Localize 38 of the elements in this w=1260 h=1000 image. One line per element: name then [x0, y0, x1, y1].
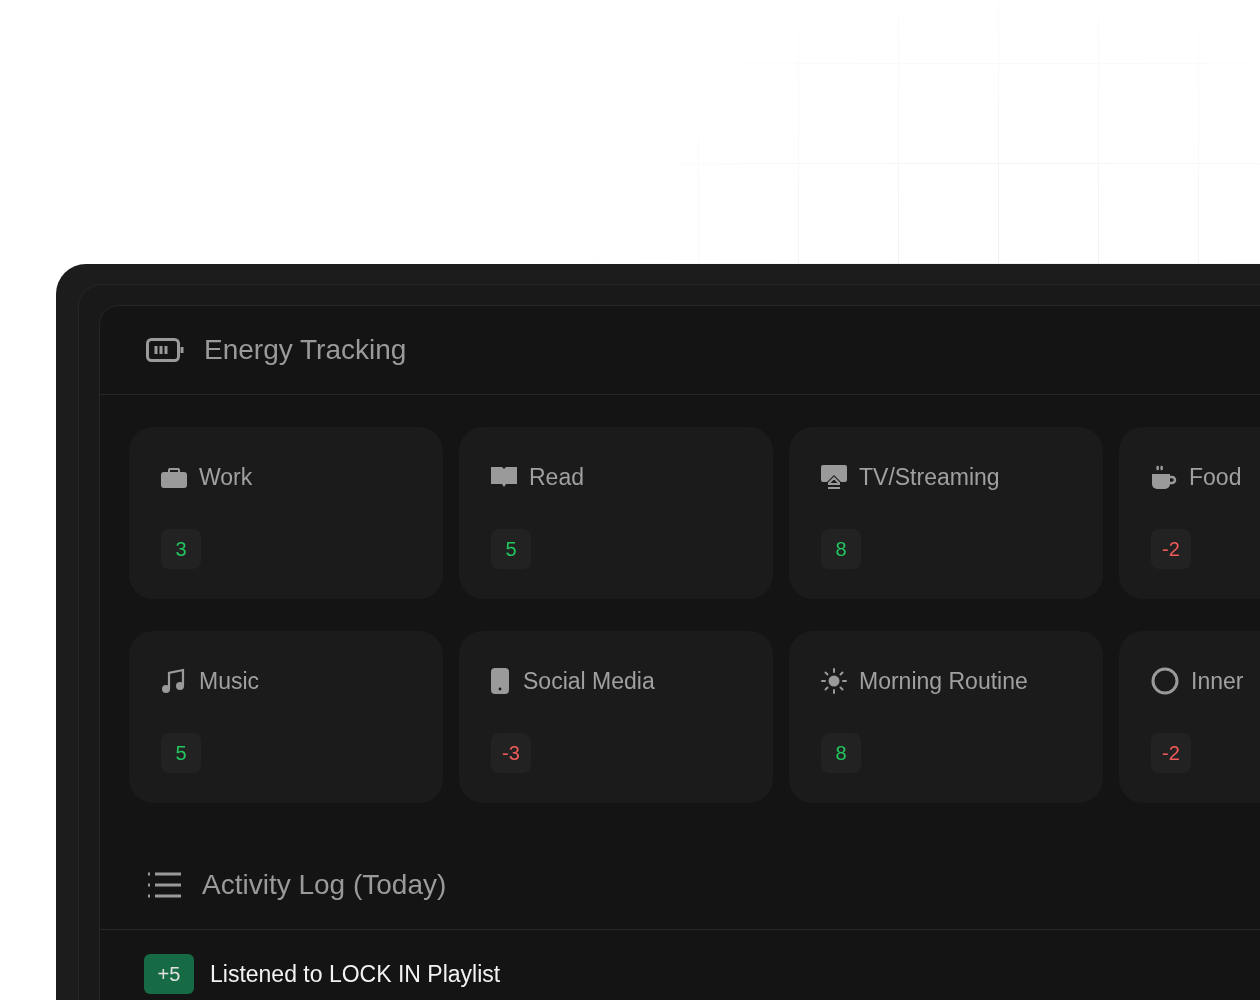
card-label: Food	[1189, 463, 1242, 491]
log-entry-text: Listened to LOCK IN Playlist	[210, 960, 501, 988]
book-icon	[491, 466, 517, 488]
card-label: Inner	[1191, 667, 1244, 695]
section-title: Activity Log (Today)	[202, 869, 447, 901]
card-label: Morning Routine	[859, 667, 1028, 695]
score-badge: -3	[491, 733, 531, 773]
card-label: Work	[199, 463, 253, 491]
card-label: Music	[199, 667, 260, 695]
activity-card[interactable]: Morning Routine 8	[789, 631, 1103, 803]
score-badge: +5	[144, 954, 194, 994]
cup-icon	[1151, 464, 1177, 490]
score-badge: -2	[1151, 529, 1191, 569]
activity-card[interactable]: Inner -2	[1119, 631, 1260, 803]
activity-card[interactable]: Read 5	[459, 427, 773, 599]
score-badge: 8	[821, 733, 861, 773]
sun-icon	[821, 668, 847, 694]
score-badge: 5	[161, 733, 201, 773]
activity-card[interactable]: Social Media -3	[459, 631, 773, 803]
card-label: Social Media	[523, 667, 655, 695]
section-title: Energy Tracking	[204, 334, 407, 366]
activity-card[interactable]: Music 5	[129, 631, 443, 803]
phone-icon	[491, 668, 511, 694]
card-label: TV/Streaming	[859, 463, 1000, 491]
score-badge: 8	[821, 529, 861, 569]
score-badge: 5	[491, 529, 531, 569]
circle-icon	[1151, 667, 1179, 695]
activity-card[interactable]: Work 3	[129, 427, 443, 599]
activity-card[interactable]: Food -2	[1119, 427, 1260, 599]
music-note-icon	[161, 668, 187, 694]
score-badge: 3	[161, 529, 201, 569]
score-badge: -2	[1151, 733, 1191, 773]
list-icon	[146, 872, 182, 898]
battery-icon	[146, 338, 184, 362]
activity-card[interactable]: TV/Streaming 8	[789, 427, 1103, 599]
briefcase-icon	[161, 466, 187, 488]
screen-icon	[821, 465, 847, 489]
card-label: Read	[529, 463, 584, 491]
